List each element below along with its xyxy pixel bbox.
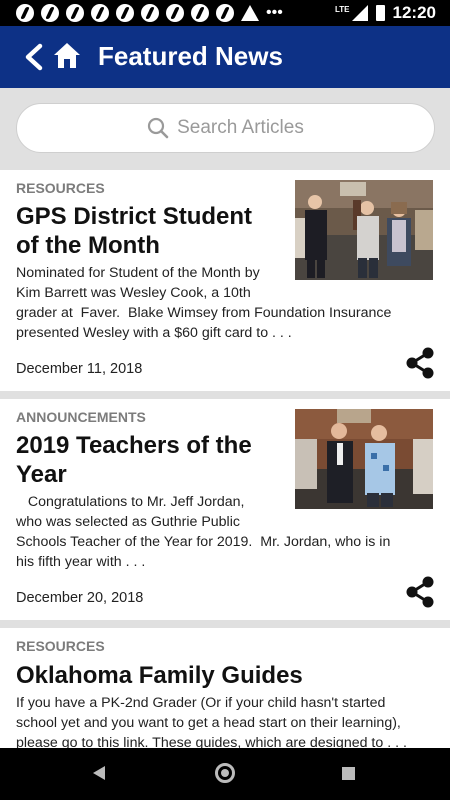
home-icon[interactable]	[52, 40, 82, 70]
page-title: Featured News	[98, 41, 283, 71]
network-label: LTE	[335, 4, 350, 14]
clock: 12:20	[392, 3, 436, 22]
article-excerpt: Congratulations to Mr. Jeff Jordan, who …	[16, 492, 390, 572]
excerpt-line: If you have a PK-2nd Grader (Or if your …	[16, 695, 386, 711]
article-excerpt: Nominated for Student of the Month by Ki…	[16, 263, 391, 343]
article-card[interactable]: RESOURCES GPS District Student of the Mo	[0, 170, 450, 391]
notification-icon	[41, 4, 59, 22]
status-bar: ••• LTE 12:20	[0, 0, 450, 26]
excerpt-line: please go to this link. These guides, wh…	[16, 735, 407, 748]
search-area: Search Articles	[0, 88, 450, 168]
share-icon[interactable]	[405, 347, 435, 379]
article-date: December 11, 2018	[16, 361, 143, 377]
recents-icon[interactable]	[342, 767, 355, 780]
battery-icon	[375, 5, 385, 21]
notification-icon	[216, 4, 234, 22]
excerpt-line: grader at Faver. Blake Wimsey from Found…	[16, 305, 392, 321]
excerpt-line: Kim Barrett was Wesley Cook, a 10th	[16, 285, 251, 301]
article-title-line: of the Month	[16, 232, 160, 259]
system-nav-bar	[0, 748, 450, 800]
article-title-line: 2019 Teachers of the	[16, 432, 252, 459]
article-card[interactable]: ANNOUNCEMENTS 2019 Teachers of the Year …	[0, 399, 450, 620]
article-title[interactable]: GPS District Student of the Month	[16, 202, 252, 260]
excerpt-line: his fifth year with . . .	[16, 554, 146, 570]
notification-icon	[116, 4, 134, 22]
excerpt-line: Schools Teacher of the Year for 2019. Mr…	[16, 534, 391, 550]
article-category: ANNOUNCEMENTS	[16, 409, 146, 425]
more-icon: •••	[266, 4, 283, 21]
article-card[interactable]: RESOURCES Oklahoma Family Guides If you …	[0, 628, 450, 748]
article-title-line: GPS District Student	[16, 203, 253, 230]
article-title-line: Oklahoma Family Guides	[16, 662, 303, 689]
excerpt-line: presented Wesley with a $60 gift card to…	[16, 325, 292, 341]
article-title[interactable]: 2019 Teachers of the Year	[16, 431, 252, 489]
article-title-line: Year	[16, 461, 67, 488]
chevron-left-icon[interactable]	[20, 42, 48, 72]
article-category: RESOURCES	[16, 638, 105, 654]
notification-icon	[16, 4, 34, 22]
signal-icon	[351, 5, 368, 21]
warning-icon	[241, 5, 259, 21]
search-icon	[148, 117, 169, 139]
search-placeholder: Search Articles	[177, 117, 304, 138]
notification-icon	[91, 4, 109, 22]
article-category: RESOURCES	[16, 180, 105, 196]
excerpt-line: Nominated for Student of the Month by	[16, 265, 260, 281]
excerpt-line: school yet and you want to get a head st…	[16, 715, 401, 731]
article-excerpt: If you have a PK-2nd Grader (Or if your …	[16, 693, 407, 748]
notification-icons: •••	[16, 4, 283, 22]
home-icon[interactable]	[215, 763, 235, 783]
status-right: LTE 12:20	[335, 3, 436, 23]
notification-icon	[66, 4, 84, 22]
article-date: December 20, 2018	[16, 590, 144, 606]
news-feed[interactable]: RESOURCES GPS District Student of the Mo	[0, 170, 450, 748]
excerpt-line: Congratulations to Mr. Jeff Jordan,	[16, 494, 245, 510]
notification-icon	[141, 4, 159, 22]
back-icon[interactable]	[93, 766, 105, 780]
notification-icon	[166, 4, 184, 22]
share-icon[interactable]	[405, 576, 435, 608]
app-bar: Featured News	[0, 26, 450, 88]
article-title[interactable]: Oklahoma Family Guides	[16, 661, 303, 690]
excerpt-line: who was selected as Guthrie Public	[16, 514, 240, 530]
notification-icon	[191, 4, 209, 22]
search-input[interactable]: Search Articles	[16, 103, 435, 153]
